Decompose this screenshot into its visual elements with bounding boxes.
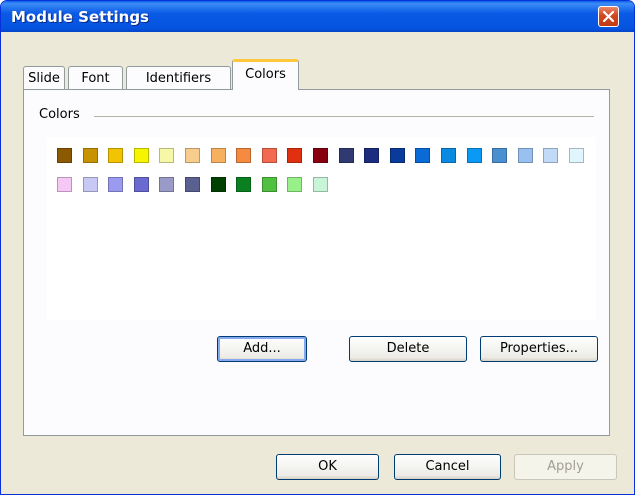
color-swatch[interactable] bbox=[313, 148, 328, 163]
color-swatch[interactable] bbox=[185, 148, 200, 163]
color-swatch[interactable] bbox=[415, 148, 431, 163]
properties-button[interactable]: Properties... bbox=[480, 336, 598, 362]
color-swatch[interactable] bbox=[236, 177, 252, 192]
color-swatch[interactable] bbox=[133, 148, 149, 163]
color-swatch[interactable] bbox=[108, 148, 124, 163]
color-swatch[interactable] bbox=[517, 148, 533, 163]
color-swatch[interactable] bbox=[133, 177, 149, 192]
color-swatch[interactable] bbox=[57, 148, 72, 163]
color-swatch[interactable] bbox=[543, 148, 559, 163]
tab-font[interactable]: Font bbox=[68, 66, 123, 90]
group-divider bbox=[94, 116, 594, 117]
color-swatch[interactable] bbox=[338, 148, 354, 163]
color-swatch[interactable] bbox=[159, 177, 175, 192]
tab-colors[interactable]: Colors bbox=[232, 59, 299, 90]
color-swatch[interactable] bbox=[261, 148, 277, 163]
color-swatch[interactable] bbox=[364, 148, 380, 163]
color-swatch[interactable] bbox=[287, 148, 303, 163]
colors-panel: Colors Add... Delete Properties... bbox=[23, 89, 610, 436]
color-swatch[interactable] bbox=[159, 148, 175, 163]
color-swatch[interactable] bbox=[492, 148, 508, 163]
close-icon bbox=[603, 11, 614, 22]
cancel-button[interactable]: Cancel bbox=[394, 454, 501, 480]
apply-button[interactable]: Apply bbox=[514, 454, 617, 480]
color-swatch[interactable] bbox=[210, 148, 226, 163]
window-title: Module Settings bbox=[11, 8, 149, 26]
color-swatch[interactable] bbox=[313, 177, 328, 192]
color-swatch[interactable] bbox=[441, 148, 456, 163]
color-swatch[interactable] bbox=[287, 177, 303, 192]
title-bar[interactable]: Module Settings bbox=[1, 1, 634, 32]
color-swatch[interactable] bbox=[466, 148, 482, 163]
close-button[interactable] bbox=[598, 6, 619, 27]
module-settings-window: Module Settings Slide Font Identifiers C… bbox=[0, 0, 635, 495]
color-swatch[interactable] bbox=[108, 177, 124, 192]
color-swatch[interactable] bbox=[261, 177, 277, 192]
tab-identifiers[interactable]: Identifiers bbox=[126, 66, 231, 90]
color-swatch-list[interactable] bbox=[47, 137, 596, 320]
color-swatch[interactable] bbox=[236, 148, 252, 163]
color-swatch[interactable] bbox=[82, 177, 98, 192]
color-swatch[interactable] bbox=[389, 148, 405, 163]
color-swatch[interactable] bbox=[185, 177, 200, 192]
color-swatch[interactable] bbox=[210, 177, 226, 192]
color-swatch[interactable] bbox=[57, 177, 72, 192]
tab-slide[interactable]: Slide bbox=[23, 66, 65, 90]
add-button[interactable]: Add... bbox=[217, 336, 307, 362]
color-swatch[interactable] bbox=[82, 148, 98, 163]
color-swatch[interactable] bbox=[569, 148, 584, 163]
ok-button[interactable]: OK bbox=[276, 454, 379, 480]
delete-button[interactable]: Delete bbox=[349, 336, 467, 362]
colors-group-label: Colors bbox=[39, 107, 80, 122]
